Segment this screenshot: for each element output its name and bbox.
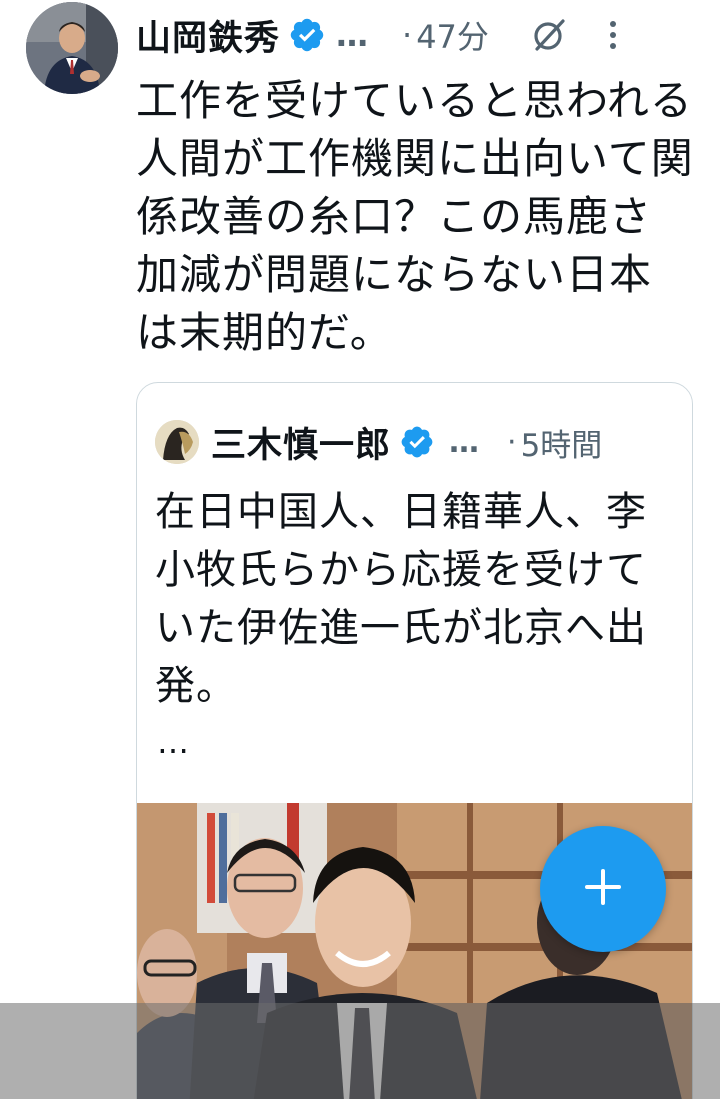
handle-ellipsis: … xyxy=(336,16,369,54)
author-avatar-image xyxy=(26,2,118,94)
more-vertical-icon[interactable] xyxy=(603,18,623,52)
tweet-time[interactable]: 47分 xyxy=(416,12,489,58)
quoted-author-name[interactable]: 三木慎一郎 xyxy=(211,417,391,468)
quoted-tweet-card[interactable]: 三木慎一郎 … · 5時間 在日中国人、日籍華人、李 小牧氏らから応援を受けて … xyxy=(136,382,693,1099)
bottom-navigation-bar xyxy=(0,1003,720,1099)
tweet-text: 工作を受けていると思われる 人間が工作機関に出向いて関 係改善の糸口？この馬鹿さ… xyxy=(136,76,694,357)
author-name[interactable]: 山岡鉄秀 xyxy=(136,10,280,61)
author-avatar[interactable] xyxy=(26,2,118,94)
show-more-ellipsis[interactable]: … xyxy=(157,723,191,761)
quoted-handle-ellipsis: … xyxy=(449,424,480,460)
plus-icon xyxy=(583,867,623,911)
verified-badge-icon xyxy=(399,424,435,460)
quoted-tweet-header: 三木慎一郎 … · 5時間 xyxy=(155,417,685,468)
timeline-page: 山岡鉄秀 … · 47分 工作を受けていると思われる 人間が工作機関に出向いて関… xyxy=(0,0,720,1099)
separator-dot: · xyxy=(402,16,413,54)
quoted-tweet-time: 5時間 xyxy=(520,427,603,464)
separator-dot: · xyxy=(507,424,517,460)
compose-button[interactable] xyxy=(540,826,666,952)
grok-icon[interactable] xyxy=(529,15,569,55)
quoted-author-avatar[interactable] xyxy=(155,420,199,464)
quoted-tweet-text: 在日中国人、日籍華人、李 小牧氏らから応援を受けて いた伊佐進一氏が北京へ出 発… xyxy=(155,489,647,709)
verified-badge-icon xyxy=(288,16,326,54)
tweet-header: 山岡鉄秀 … · 47分 xyxy=(136,10,706,60)
